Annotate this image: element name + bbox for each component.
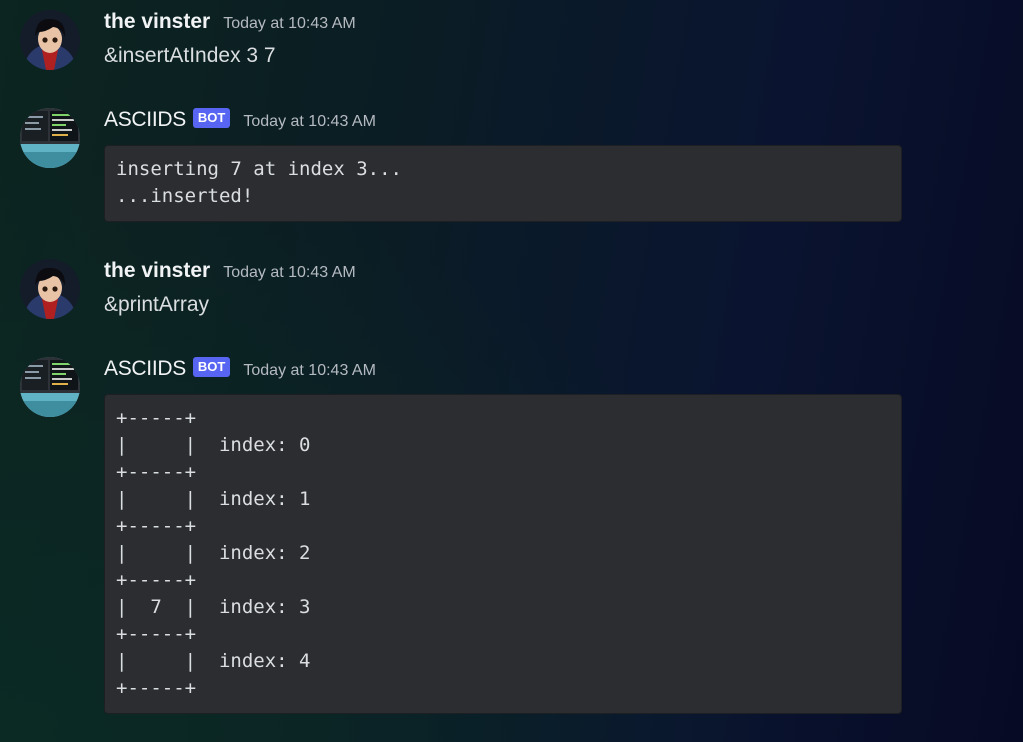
message-header: ASCIIDS BOT Today at 10:43 AM	[104, 108, 904, 134]
timestamp[interactable]: Today at 10:43 AM	[223, 15, 356, 33]
timestamp[interactable]: Today at 10:43 AM	[223, 264, 356, 282]
bot-username[interactable]: ASCIIDS	[104, 357, 186, 381]
message-user-2: the vinster Today at 10:43 AM &printArra…	[20, 259, 920, 323]
message-user-1: the vinster Today at 10:43 AM &insertAtI…	[20, 10, 920, 74]
code-block: inserting 7 at index 3... ...inserted!	[104, 145, 902, 222]
code-block: +-----+ | | index: 0 +-----+ | | index: …	[104, 394, 902, 714]
timestamp[interactable]: Today at 10:43 AM	[243, 362, 376, 380]
username[interactable]: the vinster	[104, 259, 210, 283]
timestamp[interactable]: Today at 10:43 AM	[243, 113, 376, 131]
username[interactable]: the vinster	[104, 10, 210, 34]
message-bot-2: ASCIIDS BOT Today at 10:43 AM +-----+ | …	[20, 357, 920, 719]
message-content: ASCIIDS BOT Today at 10:43 AM +-----+ | …	[104, 357, 904, 714]
message-bot-1: ASCIIDS BOT Today at 10:43 AM inserting …	[20, 108, 920, 228]
message-header: ASCIIDS BOT Today at 10:43 AM	[104, 357, 904, 383]
bot-username[interactable]: ASCIIDS	[104, 108, 186, 132]
message-header: the vinster Today at 10:43 AM	[104, 259, 904, 285]
user-avatar[interactable]	[20, 10, 80, 70]
bot-avatar[interactable]	[20, 357, 80, 417]
message-header: the vinster Today at 10:43 AM	[104, 10, 904, 36]
message-content: ASCIIDS BOT Today at 10:43 AM inserting …	[104, 108, 904, 222]
user-avatar[interactable]	[20, 259, 80, 319]
bot-tag-badge: BOT	[192, 357, 231, 377]
message-text: &insertAtIndex 3 7	[104, 44, 276, 67]
bot-tag-badge: BOT	[192, 108, 231, 128]
message-text: &printArray	[104, 293, 210, 316]
bot-avatar[interactable]	[20, 108, 80, 168]
message-content: the vinster Today at 10:43 AM &printArra…	[104, 259, 904, 317]
message-content: the vinster Today at 10:43 AM &insertAtI…	[104, 10, 904, 68]
